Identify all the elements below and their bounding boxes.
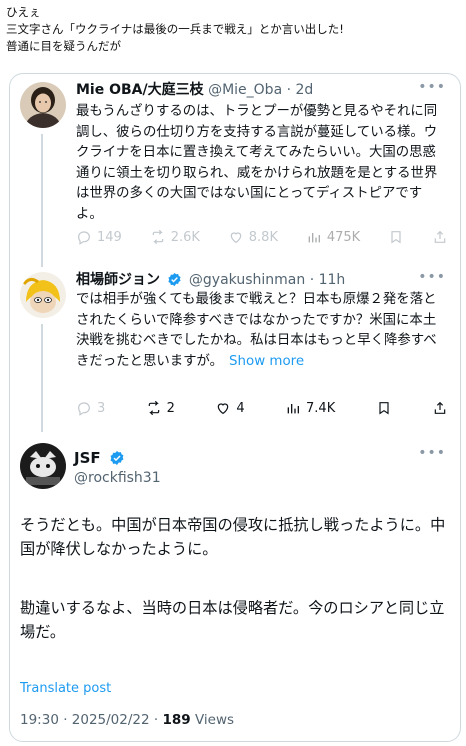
tweet-text: 最もうんざりするのは、トラとプーが優勢と見るやそれに同調し、彼らの仕切り方を支持… <box>76 104 438 222</box>
repost-button[interactable]: 2.6K <box>150 229 200 245</box>
author-name[interactable]: Mie OBA/大庭三枝 <box>76 82 204 98</box>
tweet-text: では相手が強くても最後まで戦えと？日本も原爆２発を落とされたくらいで降参すべきで… <box>76 290 448 372</box>
tweet-actions: 149 2.6K 8.8K 475K <box>76 229 448 245</box>
author-name[interactable]: 相場師ジョン <box>76 272 160 288</box>
reply-button[interactable]: 3 <box>76 400 105 416</box>
like-button[interactable]: 4 <box>215 400 245 416</box>
tweet-actions: 3 2 4 7.4K <box>76 400 448 416</box>
reply-count: 149 <box>97 229 122 245</box>
repost-icon <box>152 229 163 245</box>
avatar[interactable] <box>20 82 66 128</box>
views-label: Views <box>190 712 235 728</box>
post-time[interactable]: · 11h <box>310 272 346 288</box>
reply-icon <box>78 402 90 416</box>
share-icon <box>434 230 446 243</box>
more-icon[interactable]: ••• <box>418 79 446 95</box>
translate-post-link[interactable]: Translate post <box>20 681 111 696</box>
share-icon <box>434 401 446 414</box>
post-caption: ひえぇ 三文字さん「ウクライナは最後の一兵まで戦え」とか言い出した! 普通に目を… <box>6 4 344 55</box>
bookmark-icon <box>391 231 401 244</box>
author-handle[interactable]: @rockfish31 <box>74 468 161 488</box>
like-count: 4 <box>236 400 245 416</box>
avatar[interactable] <box>20 443 66 489</box>
like-button[interactable]: 8.8K <box>228 229 278 245</box>
more-icon[interactable]: ••• <box>418 269 446 285</box>
like-count: 8.8K <box>248 229 278 245</box>
post-text-paragraph-2: 勘違いするなよ、当時の日本は侵略者だ。今のロシアと同じ立場だ。 <box>20 599 445 641</box>
tweet-header: 相場師ジョン @gyakushinman · 11h <box>76 271 450 289</box>
verified-icon <box>168 272 182 287</box>
caption-line-2: 三文字さん「ウクライナは最後の一兵まで戦え」とか言い出した! <box>6 22 344 36</box>
views-button[interactable]: 475K <box>306 229 360 245</box>
caption-line-1: ひえぇ <box>6 5 41 19</box>
caption-line-3: 普通に目を疑うんだが <box>6 39 121 53</box>
repost-button[interactable]: 2 <box>146 400 175 416</box>
verified-icon <box>110 451 124 465</box>
views-icon <box>308 233 320 243</box>
views-button[interactable]: 7.4K <box>285 400 335 416</box>
embedded-thread-card[interactable]: Mie OBA/大庭三枝 @Mie_Oba · 2d ••• 最もうんざりするの… <box>9 73 461 742</box>
share-button[interactable] <box>432 400 448 416</box>
avatar[interactable] <box>20 272 66 318</box>
like-icon <box>218 403 229 415</box>
post-meta: 19:30 · 2025/02/22 · 189 Views <box>20 712 234 728</box>
repost-count: 2.6K <box>170 229 200 245</box>
reply-icon <box>78 231 90 245</box>
bookmark-button[interactable] <box>388 229 404 245</box>
bookmark-button[interactable] <box>376 400 392 416</box>
author-handle[interactable]: @Mie_Oba <box>208 82 282 98</box>
show-more-link[interactable]: Show more <box>229 354 304 369</box>
views-count: 189 <box>162 712 191 728</box>
more-icon[interactable]: ••• <box>418 445 446 461</box>
views-count: 7.4K <box>306 400 336 416</box>
post-datetime[interactable]: 19:30 · 2025/02/22 · <box>20 712 162 728</box>
repost-icon <box>148 400 159 416</box>
author-name-text: JSF <box>74 449 101 467</box>
thread-connector <box>41 134 43 267</box>
post-time[interactable]: · 2d <box>287 82 314 98</box>
post-text-paragraph-1: そうだとも。中国が日本帝国の侵攻に抵抗し戦ったように。中国が降伏しなかったように… <box>20 516 446 558</box>
author-name[interactable]: JSF <box>74 448 127 468</box>
reply-button[interactable]: 149 <box>76 229 122 245</box>
views-icon <box>287 404 300 414</box>
views-count: 475K <box>326 229 361 245</box>
share-button[interactable] <box>432 229 448 245</box>
author-handle[interactable]: @gyakushinman <box>189 272 305 288</box>
bookmark-icon <box>379 402 389 415</box>
thread-connector <box>41 324 43 432</box>
like-icon <box>230 232 242 244</box>
reply-count: 3 <box>97 400 106 416</box>
repost-count: 2 <box>166 400 175 416</box>
tweet-header: Mie OBA/大庭三枝 @Mie_Oba · 2d <box>76 81 450 99</box>
